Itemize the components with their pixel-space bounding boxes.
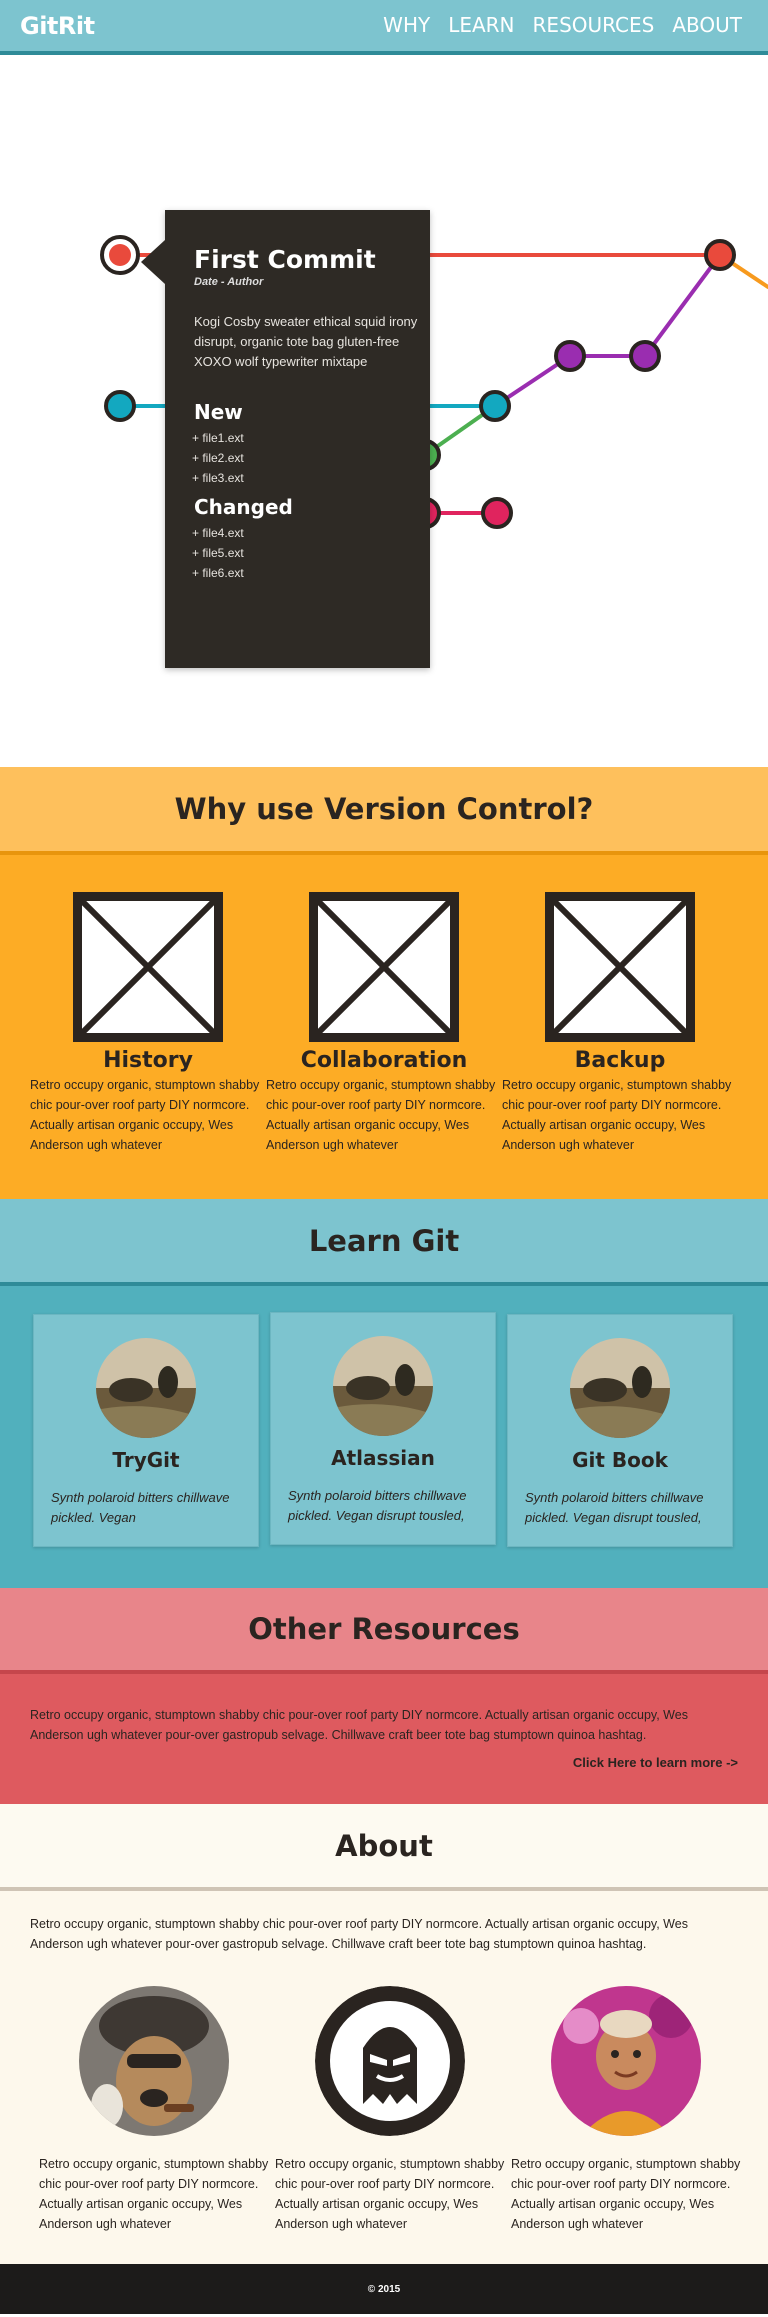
learn-card-trygit[interactable]: TryGit Synth polaroid bitters chillwave …	[33, 1314, 259, 1547]
other-resources-header: Other Resources	[0, 1588, 768, 1674]
other-resources-section: Other Resources Retro occupy organic, st…	[0, 1588, 768, 1804]
commit-title: First Commit	[194, 245, 376, 274]
mascot-logo	[315, 1986, 465, 2136]
about-heading: About	[335, 1828, 433, 1863]
image-placeholder-icon	[309, 892, 459, 1042]
team-member-text: Retro occupy organic, stumptown shabby c…	[39, 2157, 269, 2231]
about-section: About Retro occupy organic, stumptown sh…	[0, 1804, 768, 2264]
image-placeholder-icon	[73, 892, 223, 1042]
learn-card-text: Synth polaroid bitters chillwave pickled…	[51, 1490, 230, 1525]
landscape-photo	[96, 1338, 196, 1438]
file-item: + file4.ext	[192, 526, 244, 540]
other-resources-heading: Other Resources	[248, 1612, 520, 1646]
about-header: About	[0, 1804, 768, 1891]
learn-card-title: TryGit	[112, 1448, 180, 1472]
changed-files-heading: Changed	[194, 495, 293, 519]
learn-card-text: Synth polaroid bitters chillwave pickled…	[288, 1488, 467, 1523]
file-item: + file5.ext	[192, 546, 244, 560]
feature-title: Collaboration	[300, 1048, 468, 1073]
feature-history: History Retro occupy organic, stumptown …	[30, 892, 266, 1155]
learn-cards: TryGit Synth polaroid bitters chillwave …	[0, 1286, 768, 1588]
feature-collaboration: Collaboration Retro occupy organic, stum…	[266, 892, 502, 1155]
top-nav: GitRit WHY LEARN RESOURCES ABOUT	[0, 0, 768, 55]
image-placeholder-icon	[545, 892, 695, 1042]
landscape-photo	[570, 1338, 670, 1438]
file-item: + file6.ext	[192, 566, 244, 580]
file-item: + file3.ext	[192, 471, 244, 485]
why-header: Why use Version Control?	[0, 767, 768, 855]
team-member-1: Retro occupy organic, stumptown shabby c…	[36, 1986, 272, 2234]
learn-header: Learn Git	[0, 1199, 768, 1286]
child-photo	[551, 1986, 701, 2136]
other-resources-text: Retro occupy organic, stumptown shabby c…	[30, 1708, 688, 1742]
learn-card-git-book[interactable]: Git Book Synth polaroid bitters chillwav…	[507, 1314, 733, 1547]
team-member-text: Retro occupy organic, stumptown shabby c…	[275, 2157, 505, 2231]
feature-text: Retro occupy organic, stumptown shabby c…	[502, 1078, 732, 1152]
nav-link-about[interactable]: ABOUT	[672, 13, 742, 37]
branch-line-purple	[493, 253, 722, 408]
about-text: Retro occupy organic, stumptown shabby c…	[30, 1917, 688, 1951]
changed-files-list: + file4.ext + file5.ext + file6.ext	[192, 523, 244, 583]
learn-section: Learn Git TryGit Synth polaroid bitters …	[0, 1199, 768, 1588]
learn-card-title: Git Book	[572, 1448, 668, 1472]
copyright-text: © 2015	[367, 2283, 401, 2295]
feature-title: History	[103, 1048, 193, 1073]
file-item: + file1.ext	[192, 431, 244, 445]
commit-description: Kogi Cosby sweater ethical squid irony d…	[194, 314, 418, 369]
commit-node-purple-1[interactable]	[554, 340, 586, 372]
site-logo[interactable]: GitRit	[20, 12, 95, 40]
learn-card-title: Atlassian	[331, 1446, 435, 1470]
commit-node-red-first-inner	[109, 244, 131, 266]
footer: © 2015	[0, 2264, 768, 2314]
why-section: Why use Version Control? History Retro o…	[0, 767, 768, 1199]
dog-hat-photo	[79, 1986, 229, 2136]
feature-backup: Backup Retro occupy organic, stumptown s…	[502, 892, 738, 1155]
team-member-text: Retro occupy organic, stumptown shabby c…	[511, 2157, 741, 2231]
team-member-3: Retro occupy organic, stumptown shabby c…	[508, 1986, 744, 2234]
nav-link-resources[interactable]: RESOURCES	[533, 13, 655, 37]
feature-title: Backup	[574, 1048, 666, 1073]
commit-meta: Date - Author	[194, 276, 264, 288]
new-files-list: + file1.ext + file2.ext + file3.ext	[192, 428, 244, 488]
commit-node-pink-2[interactable]	[481, 497, 513, 529]
commit-node-cyan[interactable]	[479, 390, 511, 422]
commit-node-purple-2[interactable]	[629, 340, 661, 372]
why-heading: Why use Version Control?	[174, 792, 594, 826]
commit-details-tooltip: First Commit Date - Author Kogi Cosby sw…	[141, 210, 430, 668]
about-body: Retro occupy organic, stumptown shabby c…	[0, 1891, 768, 2264]
feature-text: Retro occupy organic, stumptown shabby c…	[266, 1078, 496, 1152]
nav-link-learn[interactable]: LEARN	[448, 13, 514, 37]
feature-text: Retro occupy organic, stumptown shabby c…	[30, 1078, 260, 1152]
new-files-heading: New	[194, 400, 243, 424]
team-member-2: Retro occupy organic, stumptown shabby c…	[272, 1986, 508, 2234]
learn-card-atlassian[interactable]: Atlassian Synth polaroid bitters chillwa…	[270, 1312, 496, 1545]
commit-node-cyan-start[interactable]	[104, 390, 136, 422]
nav-link-why[interactable]: WHY	[383, 13, 430, 37]
learn-more-link[interactable]: Click Here to learn more ->	[573, 1755, 738, 1770]
landscape-photo	[333, 1336, 433, 1436]
file-item: + file2.ext	[192, 451, 244, 465]
learn-card-text: Synth polaroid bitters chillwave pickled…	[525, 1490, 704, 1525]
other-resources-body: Retro occupy organic, stumptown shabby c…	[0, 1674, 768, 1804]
learn-heading: Learn Git	[308, 1223, 460, 1258]
why-features: History Retro occupy organic, stumptown …	[0, 855, 768, 1199]
nav-links: WHY LEARN RESOURCES ABOUT	[383, 13, 742, 37]
tooltip-pointer	[141, 240, 165, 284]
commit-graph-hero: First Commit Date - Author Kogi Cosby sw…	[0, 55, 768, 767]
commit-node-red[interactable]	[704, 239, 736, 271]
